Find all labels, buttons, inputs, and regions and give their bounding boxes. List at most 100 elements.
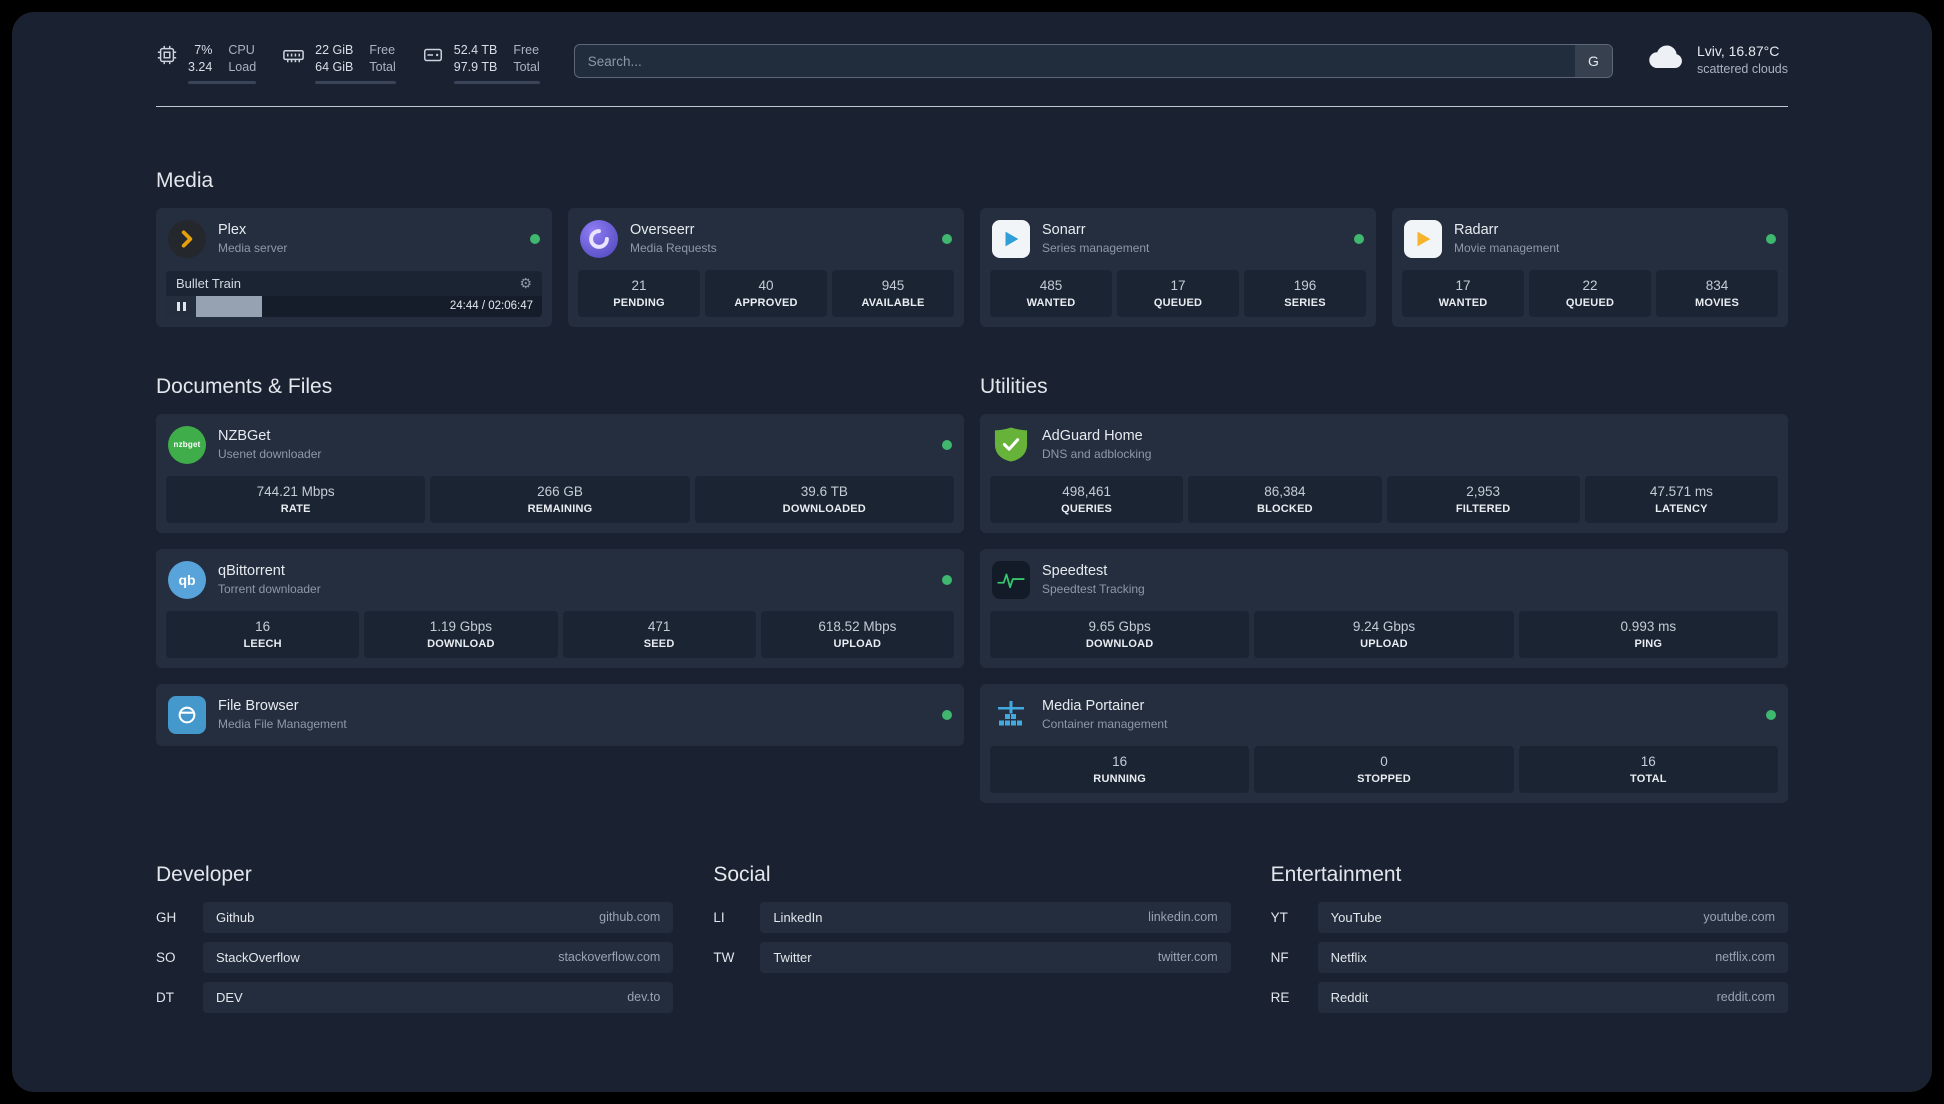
utilities-section-title: Utilities: [980, 374, 1048, 398]
ram-label-1: Free: [369, 43, 396, 57]
filebrowser-link[interactable]: File Browser Media File Management: [218, 698, 347, 731]
stat-label: WANTED: [1026, 296, 1076, 309]
stat-label: UPLOAD: [1360, 637, 1408, 650]
entertainment-section: Entertainment YT YouTube youtube.com NF …: [1271, 863, 1788, 1022]
stat-value: 266 GB: [537, 483, 583, 499]
cpu-metric: 7% CPU 3.24 Load: [156, 42, 257, 84]
stat-remaining: 266 GB REMAINING: [430, 475, 690, 523]
stat-value: 0.993 ms: [1620, 618, 1677, 634]
stat-label: PING: [1634, 637, 1663, 650]
disk-icon: [422, 44, 444, 84]
disk-progress-bar: [453, 80, 540, 84]
playback-time: 24:44 / 02:06:47: [449, 300, 533, 312]
stat-label: MOVIES: [1695, 296, 1739, 309]
ram-label-2: Total: [369, 60, 396, 75]
app-subtitle: Torrent downloader: [218, 582, 321, 596]
stat-label: FILTERED: [1455, 502, 1511, 515]
plex-link[interactable]: Plex Media server: [218, 222, 287, 255]
stat-value: 0: [1380, 753, 1388, 769]
stat-value: 86,384: [1264, 483, 1306, 499]
status-dot: [942, 439, 952, 450]
nzbget-link[interactable]: NZBGet Usenet downloader: [218, 428, 321, 461]
sonarr-link[interactable]: Sonarr Series management: [1042, 222, 1149, 255]
playback-progress-bar[interactable]: 24:44 / 02:06:47: [196, 295, 542, 317]
link-url: github.com: [599, 910, 661, 924]
app-title: Radarr: [1454, 222, 1499, 238]
link-abbr: SO: [156, 949, 176, 965]
stat-value: 21: [631, 277, 647, 293]
portainer-link[interactable]: Media Portainer Container management: [1042, 698, 1167, 731]
github-link[interactable]: Github github.com: [203, 901, 674, 933]
overseerr-icon[interactable]: [580, 219, 618, 258]
stat-queries: 498,461 QUERIES: [990, 475, 1184, 523]
cloud-icon: [1647, 43, 1685, 76]
adguard-link[interactable]: AdGuard Home DNS and adblocking: [1042, 428, 1151, 461]
stat-leech: 16 LEECH: [166, 610, 360, 658]
stat-label: DOWNLOAD: [1085, 637, 1154, 650]
app-title: Media Portainer: [1042, 698, 1145, 714]
portainer-icon[interactable]: [992, 696, 1030, 734]
search-input[interactable]: [573, 44, 1613, 78]
twitter-link[interactable]: Twitter twitter.com: [760, 941, 1231, 973]
qbittorrent-icon[interactable]: qb: [168, 560, 206, 599]
stat-label: QUEUED: [1565, 296, 1615, 309]
plex-icon[interactable]: [168, 219, 206, 258]
stat-label: BLOCKED: [1256, 502, 1313, 515]
sonarr-icon[interactable]: [992, 219, 1030, 258]
utilities-section: Utilities AdGuard Home DNS and adblockin…: [980, 375, 1788, 803]
card-portainer: Media Portainer Container management 16 …: [980, 683, 1788, 803]
app-subtitle: Speedtest Tracking: [1042, 582, 1145, 596]
stat-filtered: 2,953 FILTERED: [1386, 475, 1580, 523]
app-title: Speedtest: [1042, 563, 1108, 579]
link-name: Github: [216, 909, 255, 925]
youtube-link[interactable]: YouTube youtube.com: [1317, 901, 1788, 933]
card-sonarr: Sonarr Series management 485 WANTED 17 Q…: [980, 207, 1376, 327]
nzbget-icon[interactable]: nzbget: [168, 425, 206, 464]
stat-value: 1.19 Gbps: [429, 618, 493, 634]
link-abbr: GH: [156, 909, 177, 925]
link-row-netflix: NF Netflix netflix.com: [1271, 941, 1788, 973]
stat-movies: 834 MOVIES: [1656, 269, 1778, 317]
dashboard: 7% CPU 3.24 Load 22 GiB Free 64 GiB Tota…: [12, 12, 1932, 1092]
stat-label: DOWNLOADED: [782, 502, 866, 515]
gear-icon[interactable]: ⚙: [519, 276, 532, 290]
card-adguard: AdGuard Home DNS and adblocking 498,461 …: [980, 413, 1788, 533]
reddit-link[interactable]: Reddit reddit.com: [1317, 981, 1788, 1013]
stat-value: 945: [881, 277, 905, 293]
stat-queued: 22 QUEUED: [1529, 269, 1651, 317]
stat-upload: 618.52 Mbps UPLOAD: [760, 610, 954, 658]
dev-link[interactable]: DEV dev.to: [203, 981, 674, 1013]
pause-button[interactable]: [166, 295, 196, 317]
stat-label: DOWNLOAD: [427, 637, 495, 650]
link-row-linkedin: LI LinkedIn linkedin.com: [713, 901, 1231, 933]
linkedin-link[interactable]: LinkedIn linkedin.com: [760, 901, 1231, 933]
qbittorrent-link[interactable]: qBittorrent Torrent downloader: [218, 563, 321, 596]
entertainment-section-title: Entertainment: [1270, 862, 1402, 886]
speedtest-link[interactable]: Speedtest Speedtest Tracking: [1042, 563, 1145, 596]
card-speedtest: Speedtest Speedtest Tracking 9.65 Gbps D…: [980, 548, 1788, 668]
radarr-link[interactable]: Radarr Movie management: [1454, 222, 1559, 255]
stackoverflow-link[interactable]: StackOverflow stackoverflow.com: [203, 941, 674, 973]
link-row-stackoverflow: SO StackOverflow stackoverflow.com: [156, 941, 674, 973]
netflix-link[interactable]: Netflix netflix.com: [1317, 941, 1788, 973]
stat-value: 47.571 ms: [1649, 483, 1713, 499]
stat-label: AVAILABLE: [861, 296, 925, 309]
speedtest-icon[interactable]: [992, 560, 1030, 599]
link-abbr: RE: [1270, 989, 1290, 1005]
status-dot: [942, 574, 952, 585]
stat-available: 945 AVAILABLE: [832, 269, 954, 317]
status-dot: [1766, 709, 1776, 720]
filebrowser-icon[interactable]: [168, 695, 206, 734]
stat-label: STOPPED: [1357, 772, 1411, 785]
search-provider-button[interactable]: G: [1574, 45, 1612, 77]
stat-label: SEED: [643, 637, 675, 650]
weather-widget[interactable]: Lviv, 16.87°C scattered clouds: [1647, 43, 1788, 76]
adguard-icon[interactable]: [992, 426, 1030, 464]
stat-latency: 47.571 ms LATENCY: [1584, 475, 1778, 523]
link-url: stackoverflow.com: [558, 950, 661, 964]
overseerr-link[interactable]: Overseerr Media Requests: [630, 222, 717, 255]
radarr-icon[interactable]: [1404, 219, 1442, 258]
search-bar: G: [573, 44, 1613, 78]
cpu-label-1: CPU: [228, 43, 255, 57]
link-abbr: DT: [156, 989, 174, 1005]
